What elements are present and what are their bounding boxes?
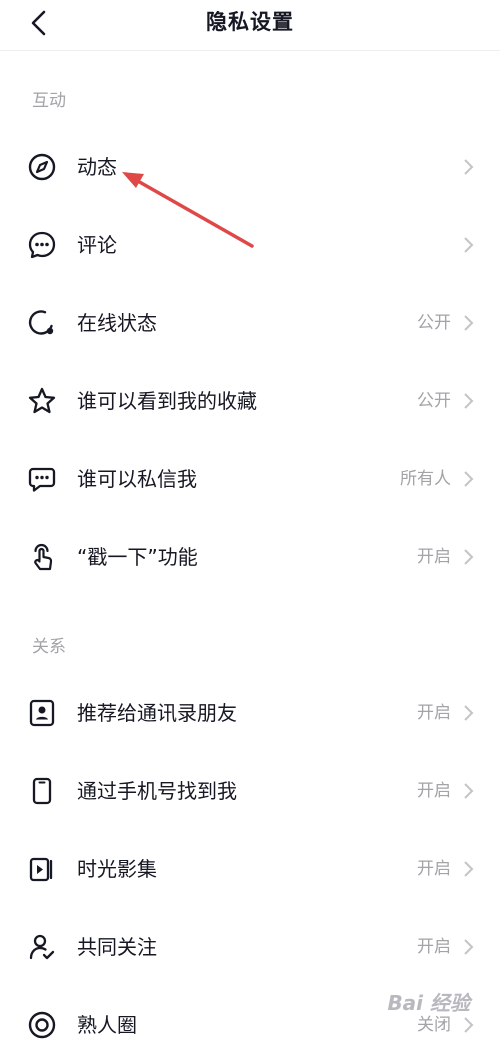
setting-label: 共同关注 [77,935,157,959]
setting-value: 开启 [417,781,451,801]
setting-value: 开启 [417,703,451,723]
chevron-right-icon [464,939,474,955]
star-icon [28,387,56,414]
setting-label: 通过手机号找到我 [77,779,237,803]
setting-row-comments[interactable]: 评论 [0,206,500,284]
chevron-right-icon [464,159,474,175]
setting-row-poke[interactable]: “戳一下”功能 开启 [0,518,500,596]
section-title-interaction: 互动 [32,91,66,111]
setting-label: 在线状态 [77,311,157,335]
setting-value: 开启 [417,859,451,879]
setting-label: 动态 [77,155,117,179]
setting-row-find-by-phone[interactable]: 通过手机号找到我 开启 [0,752,500,830]
online-status-icon [28,310,54,335]
setting-value: 所有人 [400,469,451,489]
setting-row-direct-message[interactable]: 谁可以私信我 所有人 [0,440,500,518]
setting-row-recommend-contacts[interactable]: 推荐给通讯录朋友 开启 [0,674,500,752]
chevron-right-icon [464,783,474,799]
photo-album-icon [29,857,53,882]
chevron-right-icon [464,393,474,409]
setting-label: 时光影集 [77,857,157,881]
setting-label: 评论 [77,233,117,257]
setting-row-favorites-visibility[interactable]: 谁可以看到我的收藏 公开 [0,362,500,440]
setting-label: 谁可以私信我 [77,467,197,491]
watermark: Bai 经验 [387,991,470,1015]
circle-target-icon [28,1011,56,1039]
setting-row-photo-album[interactable]: 时光影集 开启 [0,830,500,908]
comment-bubble-icon [28,231,56,259]
setting-row-mutual-follow[interactable]: 共同关注 开启 [0,908,500,986]
setting-value: 开启 [417,547,451,567]
contact-card-icon [29,699,55,727]
chevron-right-icon [464,1017,474,1033]
setting-label: “戳一下”功能 [77,545,198,569]
person-check-icon [29,934,55,960]
setting-label: 谁可以看到我的收藏 [77,389,257,413]
setting-value: 公开 [417,391,451,411]
setting-row-feed[interactable]: 动态 [0,128,500,206]
setting-value: 关闭 [417,1015,451,1035]
setting-row-online-status[interactable]: 在线状态 公开 [0,284,500,362]
tap-hand-icon [34,543,53,571]
page-title: 隐私设置 [206,10,294,34]
setting-label: 熟人圈 [77,1013,137,1037]
message-icon [28,467,56,492]
section-title-relationship: 关系 [32,637,66,657]
header-divider [0,50,500,51]
chevron-right-icon [464,861,474,877]
phone-icon [32,777,52,805]
header-bar: 隐私设置 [0,0,500,48]
setting-value: 开启 [417,937,451,957]
chevron-right-icon [464,471,474,487]
compass-icon [28,153,56,181]
chevron-right-icon [464,315,474,331]
chevron-right-icon [464,549,474,565]
setting-value: 公开 [417,313,451,333]
setting-label: 推荐给通讯录朋友 [77,701,237,725]
chevron-right-icon [464,705,474,721]
chevron-right-icon [464,237,474,253]
